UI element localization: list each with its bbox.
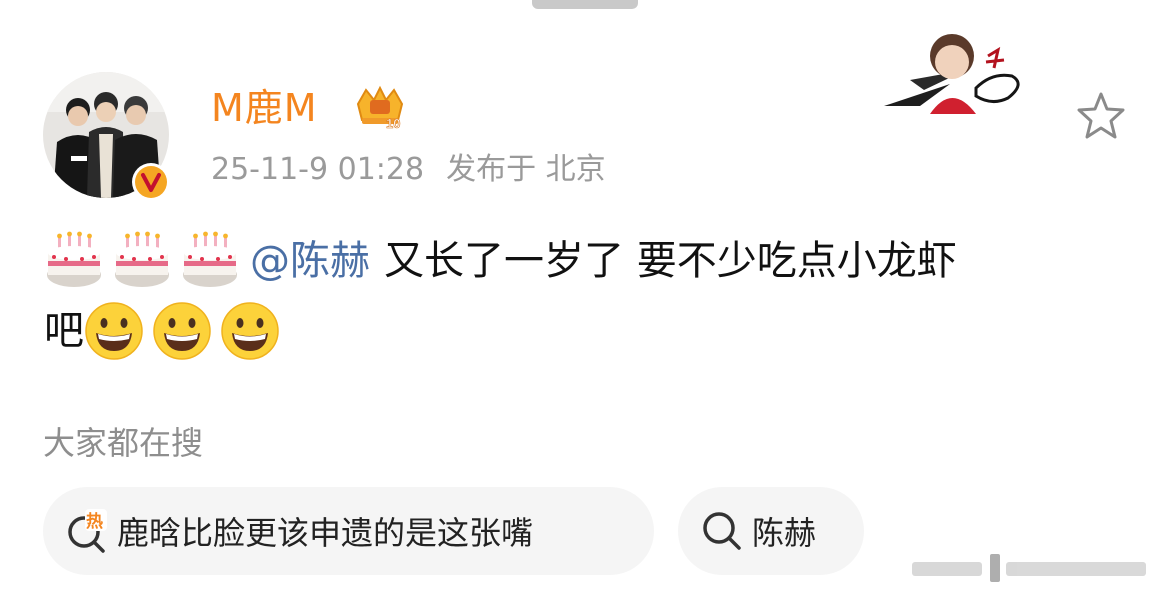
post-location: 发布于 北京 <box>446 152 606 187</box>
trending-section-title: 大家都在搜 <box>43 424 204 462</box>
birthday-cake-emoji-icon <box>180 231 240 291</box>
post-content: @陈赫 又长了一岁了 要不少吃点小龙虾 吧 <box>44 226 1104 366</box>
trending-search-pill[interactable]: 陈赫 <box>678 487 864 575</box>
trending-search-label: 鹿晗比脸更该申遗的是这张嘴 <box>117 514 534 552</box>
watermark-image <box>910 548 1160 588</box>
verified-badge-icon <box>131 162 171 202</box>
mention-link[interactable]: @陈赫 <box>250 226 370 296</box>
favorite-star-icon[interactable] <box>1074 90 1128 142</box>
author-avatar-wrapper[interactable] <box>43 72 170 201</box>
hot-search-icon: 热 <box>65 509 109 553</box>
sheet-drag-handle[interactable] <box>532 0 638 9</box>
trending-search-label: 陈赫 <box>752 514 817 552</box>
post-line-1: @陈赫 又长了一岁了 要不少吃点小龙虾 <box>44 226 1104 296</box>
birthday-cake-emoji-icon <box>44 231 104 291</box>
hot-mark-text: 热 <box>86 511 103 532</box>
grinning-face-emoji-icon <box>152 301 212 361</box>
search-icon <box>700 509 744 553</box>
post-text-line-2: 吧 <box>44 308 84 354</box>
grinning-face-emoji-icon <box>220 301 280 361</box>
post-text-line-1: 又长了一岁了 要不少吃点小龙虾 <box>384 238 957 284</box>
post-meta: 25-11-9 01:28 发布于 北京 <box>211 150 606 190</box>
trending-search-pill[interactable]: 热 鹿晗比脸更该申遗的是这张嘴 <box>43 487 654 575</box>
grinning-face-emoji-icon <box>84 301 144 361</box>
vip-crown-badge-icon[interactable]: 10 <box>352 84 408 131</box>
birthday-cake-emoji-icon <box>112 231 172 291</box>
vip-level-text: 10 <box>386 116 400 130</box>
decoration-card-image[interactable] <box>880 26 1030 114</box>
author-name[interactable]: M鹿M <box>211 84 318 132</box>
post-timestamp: 25-11-9 01:28 <box>211 152 425 187</box>
post-line-2: 吧 <box>44 296 1104 366</box>
